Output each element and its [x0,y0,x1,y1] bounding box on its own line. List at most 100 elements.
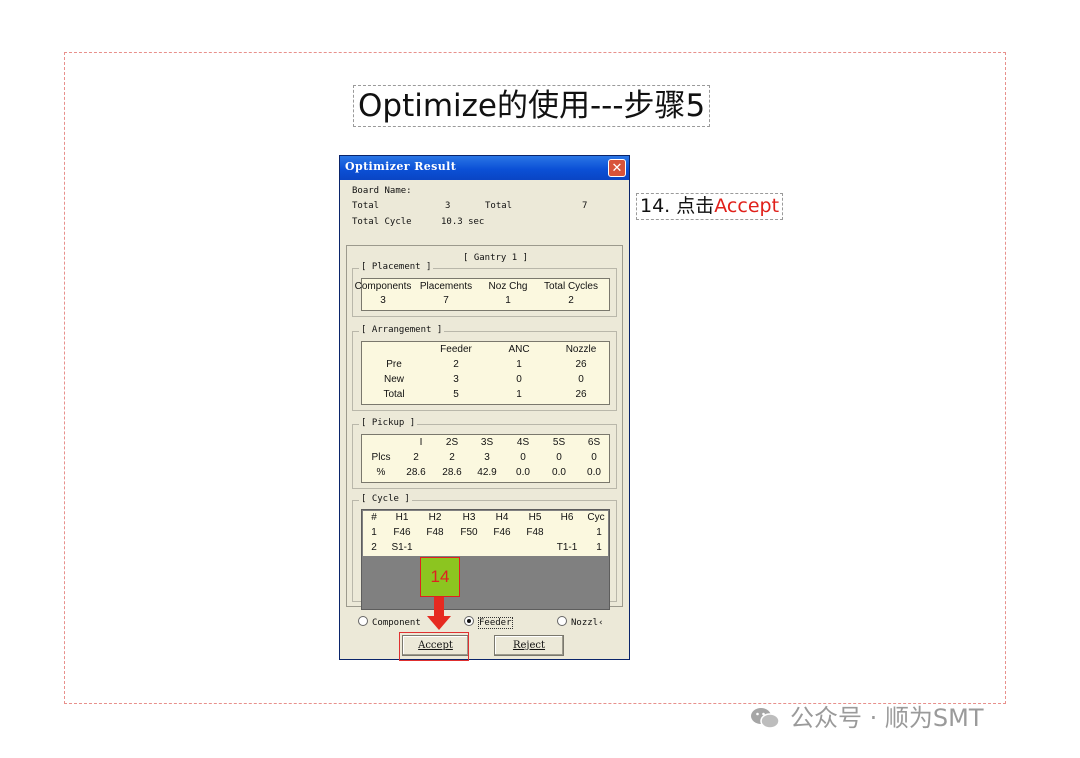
watermark-text: 公众号 · 顺为SMT [790,704,984,732]
arrangement-group: [ Arrangement ] Feeder ANC Nozzle Pre 2 … [352,325,617,411]
total-placements-value: 7 [582,201,588,211]
table-cell: 0 [520,452,526,463]
table-header: 3S [480,437,494,448]
table-cell: 0.0 [587,467,601,478]
table-cell: 2 [413,452,419,463]
close-icon[interactable]: ✕ [608,159,626,177]
cycle-rows: # H1 H2 H3 H4 H5 H6 Cyc 1 F46 F48 F50 F4… [363,511,608,556]
total-label: Total [352,201,380,211]
sort-radio-group: Component Feeder Nozzl‹ [340,614,629,630]
table-cell: 0.0 [552,467,566,478]
table-cell: 28.6 [442,467,462,478]
down-arrow-icon-head [427,616,451,630]
wechat-logo-icon [751,708,780,729]
table-cell: 2 [371,542,377,553]
table-header: H4 [495,512,509,523]
table-cell: T1-1 [556,542,578,553]
total-label-2: Total [485,201,513,211]
table-cell: 5 [453,389,459,400]
table-cell: 28.6 [406,467,426,478]
dialog-titlebar[interactable]: Optimizer Result ✕ [340,156,629,180]
pickup-legend: [ Pickup ] [359,418,418,428]
table-header: 5S [552,437,566,448]
table-header: H2 [428,512,442,523]
step-callout: 14. 点击Accept [636,193,784,220]
table-header: # [371,512,377,523]
table-cell: 3 [453,374,459,385]
table-cell: 3 [380,295,386,306]
cycle-legend: [ Cycle ] [359,494,412,504]
table-cell: 3 [484,452,490,463]
table-header: 2S [445,437,459,448]
arrangement-table: Feeder ANC Nozzle Pre 2 1 26 New 3 0 0 T… [361,341,610,405]
table-header: H1 [395,512,409,523]
table-cell: 1 [505,295,511,306]
cycle-group: [ Cycle ] # H1 H2 H3 H4 H5 H6 Cyc 1 F46 … [352,494,617,610]
callout-text: 14. 点击 [640,195,715,217]
table-header: ANC [508,344,530,355]
placement-group: [ Placement ] Components Placements Noz … [352,262,617,317]
row-label: New [383,374,405,385]
watermark: 公众号 · 顺为SMT [750,698,984,733]
table-cell: 0 [556,452,562,463]
radio-label: Nozzl‹ [571,618,604,628]
row-label: Plcs [371,452,391,463]
table-cell: 26 [575,389,587,400]
table-cell: 0 [578,374,584,385]
pickup-group: [ Pickup ] I 2S 3S 4S 5S 6S Plcs 2 2 3 0… [352,418,617,489]
total-cycle-value: 10.3 sec [441,217,485,227]
table-cell: 0 [516,374,522,385]
table-cell: 2 [568,295,574,306]
cycle-table[interactable]: # H1 H2 H3 H4 H5 H6 Cyc 1 F46 F48 F50 F4… [361,509,610,610]
table-cell: 26 [575,359,587,370]
table-header: H6 [560,512,574,523]
table-cell: F46 [493,527,511,538]
table-cell: 7 [443,295,449,306]
table-header: Components [354,281,412,292]
radio-component[interactable]: Component [358,616,421,628]
table-cell: 1 [371,527,377,538]
board-name-label: Board Name: [352,186,412,196]
reject-button[interactable]: Reject [494,635,564,656]
table-cell: 1 [516,389,522,400]
dialog-title: Optimizer Result [345,160,457,173]
radio-indicator-selected [464,616,474,626]
pickup-table: I 2S 3S 4S 5S 6S Plcs 2 2 3 0 0 0 % 28.6… [361,434,610,483]
radio-indicator [557,616,567,626]
radio-feeder[interactable]: Feeder [464,616,513,629]
radio-label: Component [372,618,421,628]
table-header: Nozzle [565,344,597,355]
table-cell: 1 [596,542,602,553]
row-label: % [376,467,386,478]
step-badge: 14 [420,557,460,597]
placement-legend: [ Placement ] [359,262,434,272]
accept-highlight-box [399,632,469,661]
slide-title: Optimize的使用---步骤5 [353,85,711,127]
table-header: Noz Chg [488,281,528,292]
table-cell: 42.9 [477,467,497,478]
row-label: Total [383,389,405,400]
table-header: Feeder [440,344,472,355]
table-header: H5 [528,512,542,523]
table-header: 6S [587,437,601,448]
table-cell: F48 [526,527,544,538]
table-header: H3 [462,512,476,523]
table-header: Cyc [587,512,605,523]
row-label: Pre [386,359,402,370]
table-cell: 2 [453,359,459,370]
table-cell: F50 [460,527,478,538]
table-cell: 1 [596,527,602,538]
radio-nozzle[interactable]: Nozzl‹ [557,616,604,628]
down-arrow-icon [434,597,444,617]
table-header: Total Cycles [544,281,598,292]
table-cell: 2 [449,452,455,463]
table-cell: F46 [393,527,411,538]
total-components-value: 3 [445,201,451,211]
gantry-label: [ Gantry 1 ] [460,253,532,263]
radio-indicator [358,616,368,626]
table-header: Placements [419,281,473,292]
placement-table: Components Placements Noz Chg Total Cycl… [355,278,610,311]
table-cell: 0 [591,452,597,463]
optimizer-result-dialog: Optimizer Result ✕ Board Name: Total 3 T… [339,155,630,660]
table-cell: S1-1 [391,542,413,553]
